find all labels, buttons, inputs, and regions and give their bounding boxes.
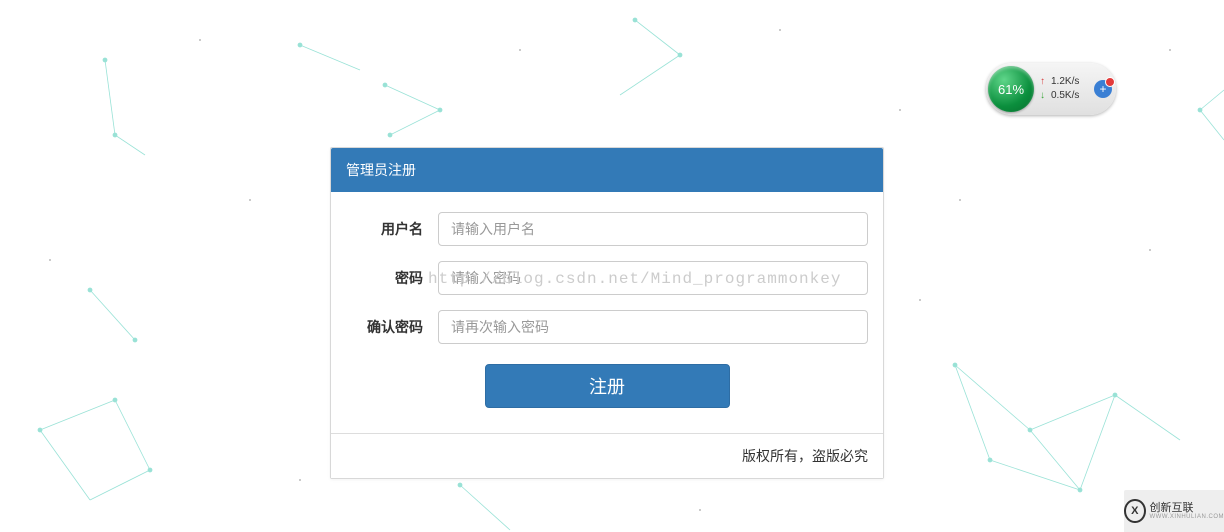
form-row-password: 密码 (346, 261, 868, 295)
system-monitor-widget[interactable]: 61% ↑ 1.2K/s ↓ 0.5K/s + (986, 63, 1116, 115)
submit-row: 注册 (346, 364, 868, 408)
register-button[interactable]: 注册 (485, 364, 730, 408)
password-label: 密码 (346, 268, 438, 288)
monitor-upload-row: ↑ 1.2K/s (1040, 75, 1094, 89)
panel-title: 管理员注册 (331, 148, 883, 192)
corner-logo: X 创新互联 WWW.XINHULIAN.COM (1124, 490, 1224, 532)
confirm-password-input[interactable] (438, 310, 868, 344)
panel-body: 用户名 密码 确认密码 注册 (331, 192, 883, 433)
register-panel: 管理员注册 用户名 密码 确认密码 注册 版权所有，盗版必究 (330, 147, 884, 479)
confirm-password-label: 确认密码 (346, 317, 438, 337)
corner-logo-icon: X (1124, 499, 1146, 523)
corner-logo-textbox: 创新互联 WWW.XINHULIAN.COM (1150, 503, 1224, 520)
monitor-download-row: ↓ 0.5K/s (1040, 89, 1094, 103)
password-input[interactable] (438, 261, 868, 295)
panel-footer: 版权所有，盗版必究 (331, 433, 883, 478)
arrow-down-icon: ↓ (1040, 89, 1045, 103)
corner-logo-main: 创新互联 (1150, 503, 1224, 514)
username-label: 用户名 (346, 219, 438, 239)
corner-logo-sub: WWW.XINHULIAN.COM (1150, 514, 1224, 520)
form-row-confirm-password: 确认密码 (346, 310, 868, 344)
monitor-percent-ball: 61% (988, 66, 1034, 112)
form-row-username: 用户名 (346, 212, 868, 246)
username-input[interactable] (438, 212, 868, 246)
monitor-stats: ↑ 1.2K/s ↓ 0.5K/s (1034, 75, 1094, 103)
monitor-download-value: 0.5K/s (1051, 89, 1079, 103)
arrow-up-icon: ↑ (1040, 75, 1045, 89)
monitor-upload-value: 1.2K/s (1051, 75, 1079, 89)
monitor-plus-button[interactable]: + (1094, 80, 1112, 98)
